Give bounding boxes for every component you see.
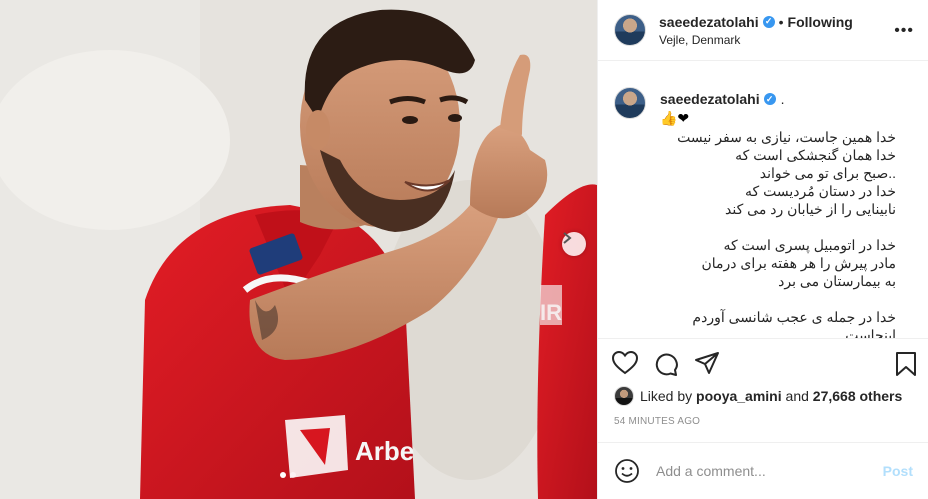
comment-input[interactable] [656, 463, 883, 479]
liker-username[interactable]: pooya_amini [696, 388, 782, 404]
caption-paragraph-3: خدا در جمله ی عجب شانسی آوردم اینجاست [614, 308, 896, 338]
verified-badge-icon: ✓ [763, 93, 776, 105]
more-options-icon[interactable]: ••• [894, 22, 914, 40]
author-username[interactable]: saeedezatolahi [659, 14, 759, 30]
caption-line: اینجاست [845, 327, 896, 338]
likes-count[interactable]: 27,668 others [813, 388, 903, 404]
post-timestamp[interactable]: 54 MINUTES AGO [614, 416, 700, 427]
player-illustration: Arbe IR [0, 0, 597, 499]
chevron-right-icon [563, 232, 572, 244]
caption-line: مادر پیرش را هر هفته برای درمان [701, 255, 897, 271]
caption-line: ..صبح برای تو می خواند [759, 165, 896, 181]
post-actions-bar [598, 338, 928, 386]
caption-line: خدا در اتومبیل پسری است که [723, 237, 896, 253]
separator-dot: • [778, 13, 784, 30]
svg-text:IR: IR [540, 300, 562, 325]
liker-avatar[interactable] [614, 386, 634, 406]
comment-bar: Post [598, 442, 928, 499]
bookmark-icon[interactable] [895, 351, 917, 377]
caption-suffix: . [780, 91, 785, 107]
caption-line: خدا همین جاست، نیازی به سفر نیست [677, 129, 896, 145]
likes-summary: Liked by pooya_amini and 27,668 others [614, 386, 902, 406]
carousel-dot-active [280, 472, 286, 478]
post-comment-button[interactable]: Post [883, 463, 913, 479]
caption-avatar[interactable] [614, 87, 646, 119]
caption-line: به بیمارستان می برد [778, 273, 896, 289]
caption-line: خدا در دستان مُردیست که [745, 183, 896, 199]
caption-emoji: 👍❤ [660, 110, 690, 126]
verified-badge-icon: ✓ [762, 15, 775, 28]
carousel-indicator [280, 472, 296, 478]
emoji-icon[interactable] [614, 458, 640, 484]
caption-paragraph-1: خدا همین جاست، نیازی به سفر نیست خدا هما… [614, 128, 896, 218]
share-icon[interactable] [694, 351, 720, 375]
likes-prefix: Liked by [640, 388, 693, 404]
caption-paragraph-2: خدا در اتومبیل پسری است که مادر پیرش را … [614, 236, 897, 290]
caption-text: خدا همین جاست، نیازی به سفر نیست خدا هما… [614, 128, 912, 338]
post-header: saeedezatolahi ✓ • Following Vejle, Denm… [598, 0, 928, 61]
author-info: saeedezatolahi ✓ • Following Vejle, Denm… [659, 14, 853, 47]
carousel-dot [290, 472, 296, 478]
caption-line: خدا همان گنجشکی است که [735, 147, 896, 163]
carousel-next-button[interactable] [562, 232, 586, 256]
caption-area: saeedezatolahi ✓ . 👍❤ خدا همین جاست، نیا… [598, 61, 928, 338]
likes-and: and [785, 388, 809, 404]
caption-line: خدا در جمله ی عجب شانسی آوردم [692, 309, 896, 325]
author-avatar[interactable] [614, 14, 646, 46]
caption-line: نابینایی را از خیابان رد می کند [725, 201, 896, 217]
post-location[interactable]: Vejle, Denmark [659, 33, 853, 47]
instagram-post-view: Arbe IR saeedezatolahi ✓ • Following Vej… [0, 0, 928, 499]
heart-icon[interactable] [612, 351, 638, 375]
caption-username[interactable]: saeedezatolahi [660, 91, 760, 107]
post-side-panel: saeedezatolahi ✓ • Following Vejle, Denm… [597, 0, 928, 499]
svg-text:Arbe: Arbe [355, 436, 414, 466]
following-button[interactable]: Following [788, 14, 853, 30]
post-photo[interactable]: Arbe IR [0, 0, 597, 499]
comment-icon[interactable] [653, 351, 679, 377]
